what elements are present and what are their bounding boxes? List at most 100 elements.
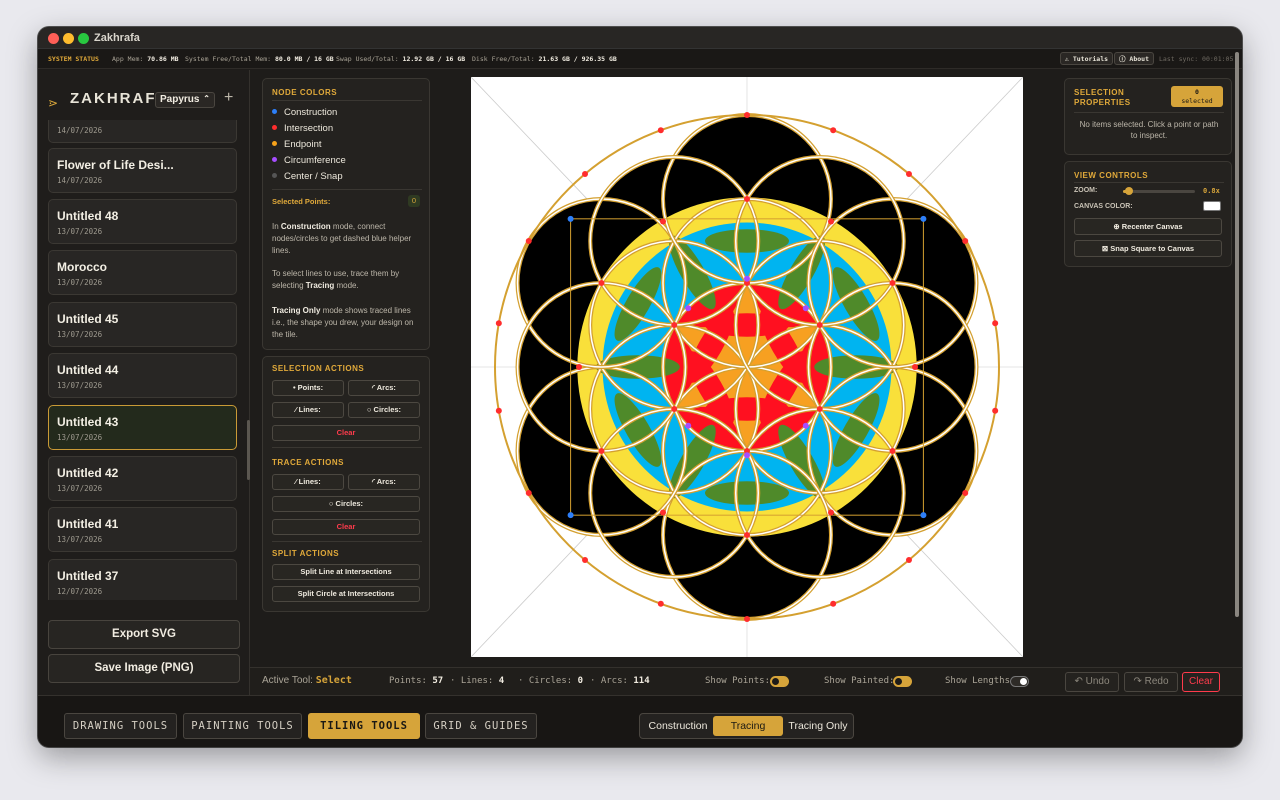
circumference-point [802,422,809,429]
selected-points-label: Selected Points: [272,197,331,206]
intersection-point [582,170,589,177]
clear-canvas-button[interactable]: Clear [1182,672,1220,692]
select-circles-button[interactable]: ○ Circles: [348,402,420,418]
node-colors-title: NODE COLORS [272,88,338,97]
show-points-label: Show Points: [705,676,771,686]
selected-points-count: 0 [408,195,420,207]
legend-intersection: Intersection [272,123,333,134]
intersection-point [744,112,750,118]
app-window: Zakhrafa SYSTEM STATUS App Mem: 70.86 MB… [38,27,1242,747]
window-scrollbar[interactable] [1235,52,1239,617]
intersection-point [598,448,605,454]
project-card[interactable]: Untitled 44 13/07/2026 [48,353,237,398]
select-lines-button[interactable]: ⁄ Lines: [272,402,344,418]
center-dot-icon [272,173,277,178]
zoom-slider-handle[interactable] [1124,187,1133,195]
project-card[interactable]: Untitled 41 13/07/2026 [48,507,237,552]
brand-name: ZAKHRAFA [70,90,169,107]
selection-clear-button[interactable]: Clear [272,425,420,441]
snap-square-button[interactable]: ⊠ Snap Square to Canvas [1074,240,1222,257]
mode-construction[interactable]: Construction [643,716,713,736]
recenter-canvas-button[interactable]: ⊕ Recenter Canvas [1074,218,1222,235]
selection-empty-message: No items selected. Click a point or path… [1079,120,1219,140]
intersection-point [905,557,912,564]
green-petal [705,481,789,505]
intersection-point [816,406,823,412]
intersection-point [889,280,896,286]
mode-tracing[interactable]: Tracing [713,716,783,736]
export-svg-button[interactable]: Export SVG [48,620,240,649]
add-project-button[interactable]: + [224,89,233,107]
project-card[interactable]: Untitled 37 12/07/2026 [48,559,237,600]
intersection-point [671,322,678,328]
tab-tiling-tools[interactable]: TILING TOOLS [308,713,420,739]
about-button[interactable]: ⓘ About [1114,52,1154,65]
zoom-slider[interactable] [1123,187,1195,195]
project-card[interactable]: Untitled 48 13/07/2026 [48,199,237,244]
zoom-window-button[interactable] [78,33,89,44]
intersection-point [828,509,834,516]
intersection-point [660,218,666,225]
tab-grid-guides[interactable]: GRID & GUIDES [425,713,537,739]
canvas-color-swatch[interactable] [1203,201,1221,211]
selection-actions-title: SELECTION ACTIONS [272,364,365,373]
minimize-window-button[interactable] [63,33,74,44]
project-card[interactable]: Flower of Life Desi... 14/07/2026 [48,148,237,193]
tab-painting-tools[interactable]: PAINTING TOOLS [183,713,302,739]
project-list[interactable]: 14/07/2026 Flower of Life Desi... 14/07/2… [38,120,250,600]
save-png-button[interactable]: Save Image (PNG) [48,654,240,683]
trace-clear-button[interactable]: Clear [272,519,420,535]
help-tracing: To select lines to use, trace them by se… [272,269,400,290]
split-circle-button[interactable]: Split Circle at Intersections [272,586,420,602]
project-card[interactable]: 14/07/2026 [48,120,237,143]
tutorials-button[interactable]: ⚠ Tutorials [1060,52,1114,65]
intersection-point [671,406,678,412]
undo-button[interactable]: ↶ Undo [1065,672,1119,692]
show-points-toggle[interactable] [770,676,789,687]
endpoint-dot-icon [272,141,277,146]
flower-of-life-artwork[interactable] [471,77,1023,657]
intersection-point [912,364,918,370]
project-card[interactable]: Morocco 13/07/2026 [48,250,237,295]
trace-circles-button[interactable]: ○ Circles: [272,496,420,512]
node-colors-panel: NODE COLORS Construction Intersection En… [262,78,430,350]
trace-arcs-button[interactable]: ◜ Arcs: [348,474,420,490]
project-card-selected[interactable]: Untitled 43 13/07/2026 [48,405,237,450]
title-bar: Zakhrafa [38,27,1242,49]
show-lengths-toggle[interactable] [1010,676,1029,687]
show-painted-toggle[interactable] [893,676,912,687]
project-card[interactable]: Untitled 45 13/07/2026 [48,302,237,347]
split-actions-title: SPLIT ACTIONS [272,549,340,558]
construction-point [567,512,574,519]
sidebar-scrollbar[interactable] [247,420,250,480]
split-line-button[interactable]: Split Line at Intersections [272,564,420,580]
select-points-button[interactable]: • Points: [272,380,344,396]
font-select[interactable]: Papyrus ⌃ [155,92,215,108]
legend-endpoint: Endpoint [272,139,322,150]
intersection-point [744,616,750,622]
redo-button[interactable]: ↷ Redo [1124,672,1178,692]
points-count: Points: 57 [389,676,444,686]
actions-panel: SELECTION ACTIONS • Points: ◜ Arcs: ⁄ Li… [262,356,430,612]
intersection-point [962,238,969,244]
circles-count: · Circles: 0 [518,676,584,686]
drawing-canvas[interactable] [471,77,1023,657]
intersection-point [598,280,605,286]
mode-tracing-only[interactable]: Tracing Only [784,716,852,736]
close-window-button[interactable] [48,33,59,44]
system-status-bar: SYSTEM STATUS App Mem: 70.86 MB System F… [38,49,1242,69]
selection-properties-panel: SELECTION PROPERTIES 0 selected No items … [1064,78,1232,155]
system-mem: System Free/Total Mem: 80.0 MB / 16 GB [185,55,334,63]
show-lengths-label: Show Lengths [945,676,1011,686]
project-card[interactable]: Untitled 42 13/07/2026 [48,456,237,501]
legend-center-snap: Center / Snap [272,171,343,182]
intersection-point [495,320,502,327]
brand-logo-icon: ⋗ [48,96,59,110]
trace-lines-button[interactable]: ⁄ Lines: [272,474,344,490]
tab-drawing-tools[interactable]: DRAWING TOOLS [64,713,177,739]
intersection-point [657,600,664,607]
lines-count: · Lines: 4 [450,676,505,686]
select-arcs-button[interactable]: ◜ Arcs: [348,380,420,396]
intersection-point [962,490,969,496]
intersection-point [992,320,999,327]
